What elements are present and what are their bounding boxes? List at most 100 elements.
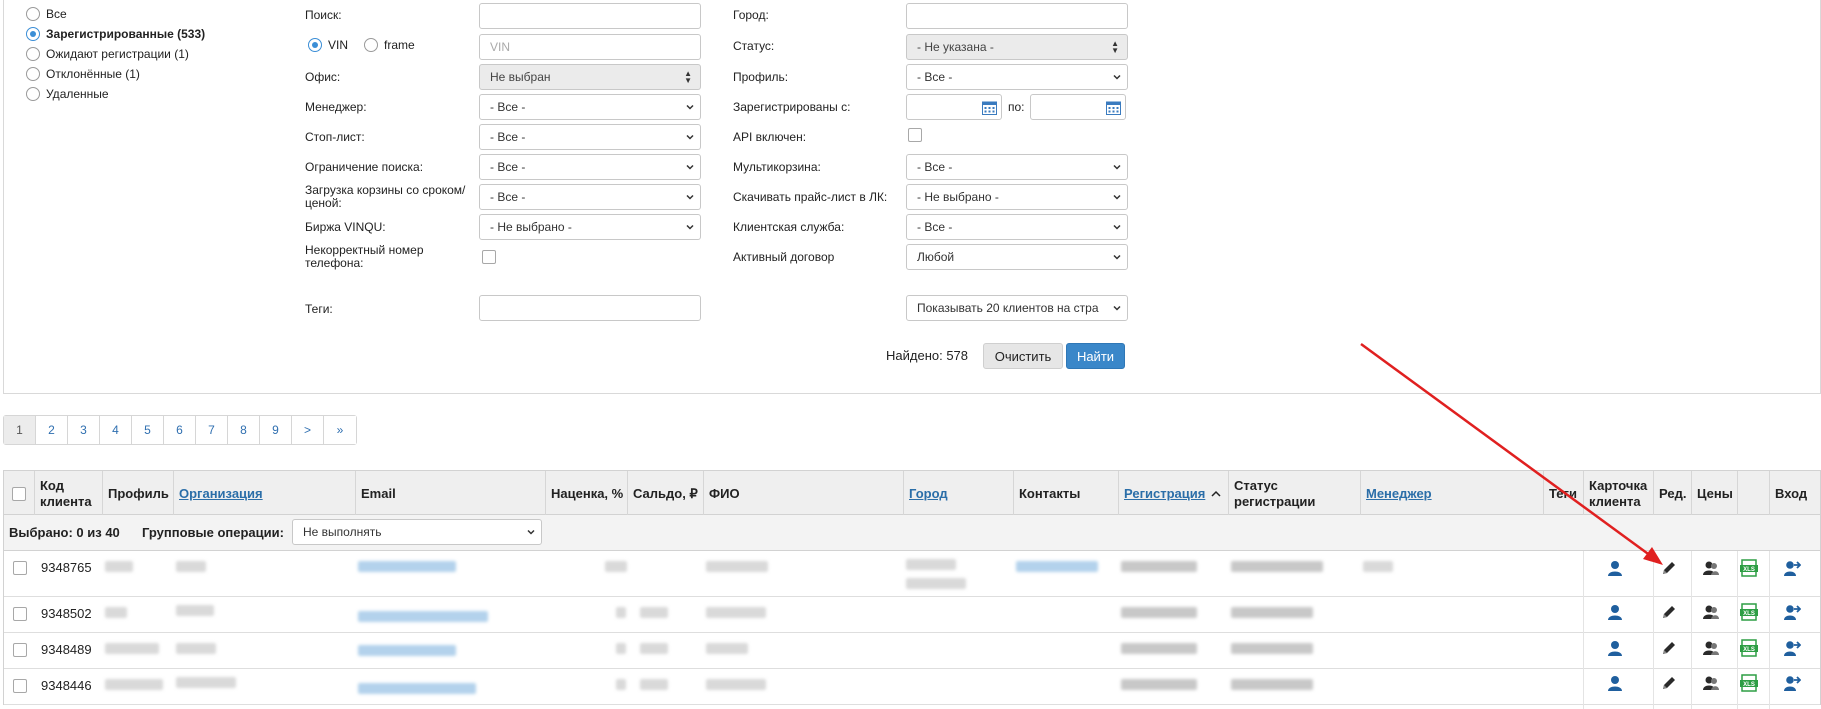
vin-radio-label[interactable]: VIN [328,38,348,52]
radio-icon[interactable] [26,7,40,21]
status-filter-all[interactable]: Все [26,4,205,24]
frame-radio-icon[interactable] [364,38,379,52]
header-email[interactable]: Email [356,471,546,516]
search-input[interactable] [479,3,701,29]
group-ops-select[interactable]: Не выполнять [292,519,542,545]
prices-users-icon[interactable] [1702,559,1720,577]
api-checkbox[interactable] [908,128,922,142]
page-link-7[interactable]: 7 [196,416,228,444]
search-limit-select[interactable]: - Все - [479,154,701,180]
status-filter-rejected[interactable]: Отклонённые (1) [26,64,205,84]
radio-icon[interactable] [26,47,40,61]
prices-users-icon[interactable] [1702,603,1720,621]
header-registration[interactable]: Регистрация [1119,471,1229,516]
header-city[interactable]: Город [904,471,1014,516]
row-checkbox[interactable] [13,643,27,657]
header-markup[interactable]: Наценка, % [546,471,628,516]
vin-radio-icon[interactable] [308,38,322,52]
edit-pencil-icon[interactable] [1660,603,1678,621]
tags-input[interactable] [479,295,701,321]
edit-pencil-icon[interactable] [1660,559,1678,577]
prices-users-icon[interactable] [1702,674,1720,692]
vinqu-select[interactable]: - Не выбрано - [479,214,701,240]
edit-pencil-icon[interactable] [1660,674,1678,692]
client-code[interactable]: 9348446 [41,678,92,693]
table-row[interactable]: 9348489 [4,633,1820,669]
calendar-icon[interactable] [1106,100,1121,115]
redacted-profile [105,679,163,690]
header-code[interactable]: Код клиента [35,471,103,516]
clear-button[interactable]: Очистить [983,343,1063,369]
edit-pencil-icon[interactable] [1660,639,1678,657]
excel-export-icon[interactable]: XLS [1740,639,1758,657]
login-as-client-icon[interactable] [1783,674,1801,692]
profile-select[interactable]: - Все - [906,64,1128,90]
status-filter-pending[interactable]: Ожидают регистрации (1) [26,44,205,64]
client-service-select[interactable]: - Все - [906,214,1128,240]
bad-phone-checkbox[interactable] [482,250,496,264]
status-select[interactable]: - Не указана - ▲ ▼ [906,34,1128,60]
header-fio[interactable]: ФИО [704,471,904,516]
login-as-client-icon[interactable] [1783,559,1801,577]
redacted-reg-status [1231,643,1313,654]
pricelist-select[interactable]: - Не выбрано - [906,184,1128,210]
page-link-8[interactable]: 8 [228,416,260,444]
page-link-6[interactable]: 6 [164,416,196,444]
office-select[interactable]: Не выбран ▲ ▼ [479,64,701,90]
per-page-select[interactable]: Показывать 20 клиентов на стра [906,295,1128,321]
prices-users-icon[interactable] [1702,639,1720,657]
manager-select[interactable]: - Все - [479,94,701,120]
table-row[interactable]: 9348765 [4,551,1820,597]
page-link-5[interactable]: 5 [132,416,164,444]
table-row[interactable]: 9348502 [4,597,1820,633]
city-input[interactable] [906,3,1128,29]
client-card-icon[interactable] [1606,674,1624,692]
page-last[interactable]: » [324,416,356,444]
client-code[interactable]: 9348765 [41,560,92,575]
contract-select[interactable]: Любой [906,244,1128,270]
page-next[interactable]: > [292,416,324,444]
header-contacts[interactable]: Контакты [1014,471,1119,516]
cart-upload-select[interactable]: - Все - [479,184,701,210]
stoplist-select[interactable]: - Все - [479,124,701,150]
table-row[interactable]: 9348446 [4,669,1820,705]
status-filter-registered[interactable]: Зарегистрированные (533) [26,24,205,44]
client-code[interactable]: 9348502 [41,606,92,621]
header-profile[interactable]: Профиль [103,471,174,516]
page-link-2[interactable]: 2 [36,416,68,444]
select-all-checkbox[interactable] [12,486,26,501]
calendar-icon[interactable] [982,100,997,115]
vin-input[interactable]: VIN [479,34,701,60]
excel-export-icon[interactable]: XLS [1740,674,1758,692]
row-checkbox[interactable] [13,607,27,621]
header-tags[interactable]: Теги [1544,471,1584,516]
page-link-9[interactable]: 9 [260,416,292,444]
client-card-icon[interactable] [1606,559,1624,577]
radio-checked-icon[interactable] [26,27,40,41]
radio-icon[interactable] [26,67,40,81]
login-as-client-icon[interactable] [1783,639,1801,657]
header-reg-status[interactable]: Статус регистрации [1229,471,1361,516]
frame-radio-label[interactable]: frame [384,38,415,52]
login-as-client-icon[interactable] [1783,603,1801,621]
header-manager[interactable]: Менеджер [1361,471,1544,516]
chevron-down-icon [1113,224,1121,230]
client-code[interactable]: 9348489 [41,642,92,657]
status-filter-deleted[interactable]: Удаленные [26,84,205,104]
client-card-icon[interactable] [1606,639,1624,657]
excel-export-icon[interactable]: XLS [1740,603,1758,621]
excel-export-icon[interactable]: XLS [1740,559,1758,577]
header-organization[interactable]: Организация [174,471,356,516]
row-checkbox[interactable] [13,561,27,575]
multicart-select[interactable]: - Все - [906,154,1128,180]
registered-from-input[interactable] [906,94,1002,120]
radio-icon[interactable] [26,87,40,101]
page-link-3[interactable]: 3 [68,416,100,444]
page-link-1[interactable]: 1 [4,416,36,444]
registered-to-input[interactable] [1030,94,1126,120]
header-balance[interactable]: Сальдо, ₽ [628,471,704,516]
page-link-4[interactable]: 4 [100,416,132,444]
find-button[interactable]: Найти [1066,343,1125,369]
row-checkbox[interactable] [13,679,27,693]
client-card-icon[interactable] [1606,603,1624,621]
